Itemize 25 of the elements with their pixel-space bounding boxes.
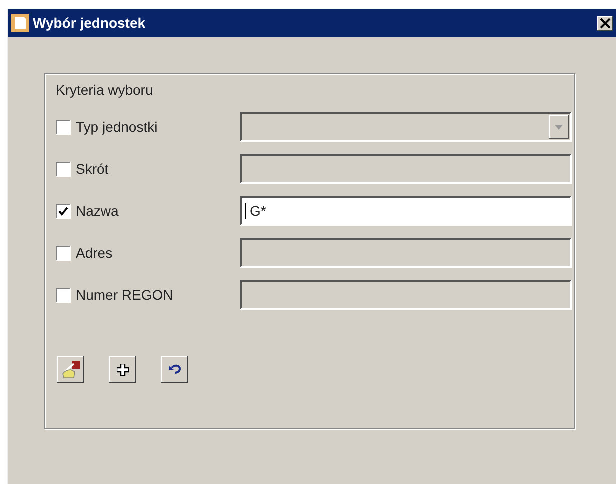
close-icon [600, 18, 610, 28]
close-button[interactable] [597, 16, 613, 30]
criterion-label: Typ jednostki [76, 119, 158, 135]
pick-button[interactable] [57, 356, 84, 383]
type-dropdown[interactable] [240, 112, 572, 142]
checkbox[interactable] [56, 246, 71, 260]
undo-button[interactable] [161, 356, 188, 383]
input-field[interactable] [240, 280, 572, 310]
input-field[interactable]: G* [240, 196, 572, 226]
checkbox[interactable] [56, 120, 71, 134]
criterion-label: Nazwa [76, 203, 119, 219]
criterion-label: Skrót [76, 161, 109, 177]
input-field[interactable] [240, 154, 572, 184]
criterion-label: Adres [76, 245, 113, 261]
checkbox[interactable] [56, 162, 71, 176]
undo-arrow-icon [168, 364, 182, 375]
checkbox[interactable] [56, 288, 71, 302]
document-icon [11, 14, 29, 32]
plus-icon [116, 364, 128, 376]
window-title: Wybór jednostek [33, 15, 147, 31]
criterion-label: Numer REGON [76, 287, 174, 303]
group-title: Kryteria wyboru [56, 82, 154, 98]
add-button[interactable] [109, 356, 136, 383]
checkbox[interactable] [56, 204, 71, 218]
input-field[interactable] [240, 238, 572, 268]
